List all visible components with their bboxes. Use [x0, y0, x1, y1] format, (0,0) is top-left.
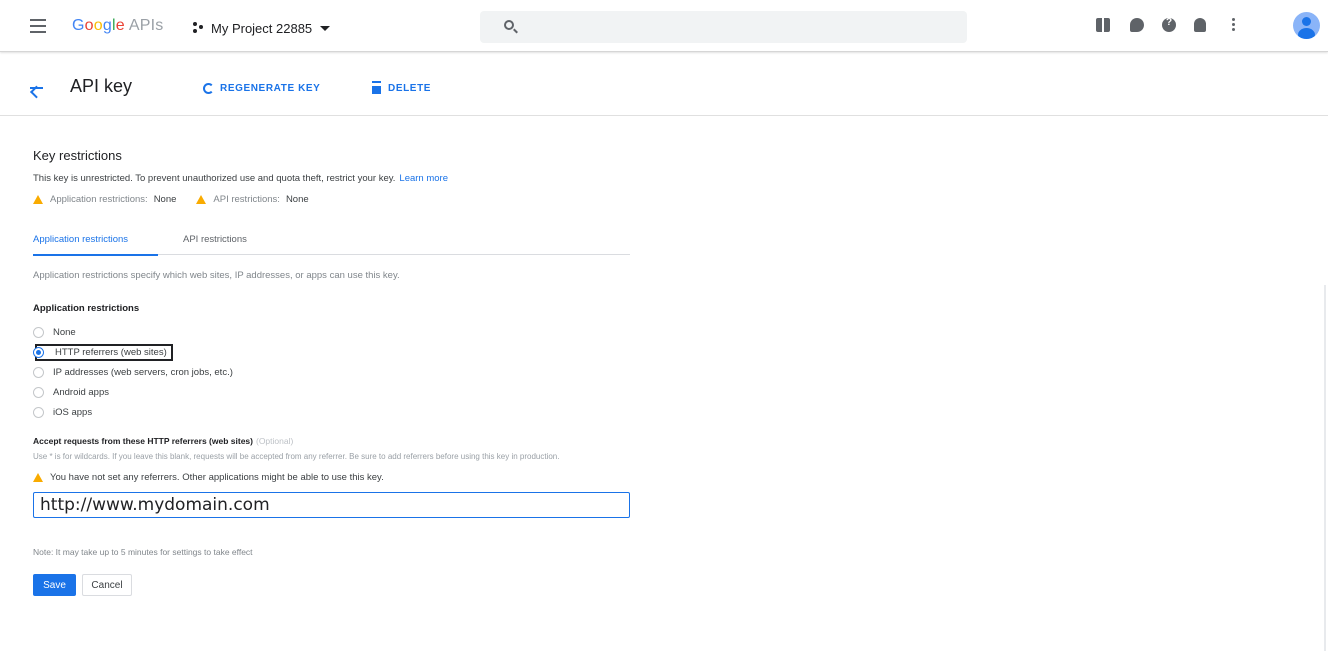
google-apis-logo[interactable]: Google APIs	[72, 17, 163, 35]
cancel-button[interactable]: Cancel	[82, 574, 132, 597]
restriction-tabs: Application restrictions API restriction…	[33, 230, 630, 256]
application-restrictions-heading: Application restrictions	[33, 303, 140, 314]
restriction-status: Application restrictions: None API restr…	[33, 194, 633, 205]
project-selector[interactable]: My Project 22885	[193, 18, 331, 38]
radio-option-ios-apps[interactable]: iOS apps	[33, 402, 633, 422]
radio-button-selected[interactable]	[33, 346, 44, 358]
unrestricted-description: This key is unrestricted. To prevent una…	[33, 173, 449, 184]
save-button[interactable]: Save	[33, 574, 76, 597]
hamburger-menu-icon[interactable]	[30, 19, 46, 33]
scrollbar-track[interactable]	[1324, 285, 1326, 651]
restriction-radio-group: None HTTP referrers (web sites) IP addre…	[33, 322, 633, 422]
project-dots-icon	[193, 22, 205, 34]
radio-button[interactable]	[33, 326, 44, 338]
referrers-heading: Accept requests from these HTTP referrer…	[33, 436, 294, 446]
help-icon[interactable]	[1162, 17, 1176, 32]
tab-application-restrictions[interactable]: Application restrictions	[33, 234, 159, 256]
back-arrow-icon[interactable]	[27, 78, 47, 98]
referrers-warning: You have not set any referrers. Other ap…	[33, 472, 633, 483]
regenerate-key-button[interactable]: REGENERATE KEY	[203, 79, 320, 97]
radio-option-none[interactable]: None	[33, 322, 633, 342]
chat-icon[interactable]	[1130, 18, 1144, 32]
radio-option-android-apps[interactable]: Android apps	[33, 382, 633, 402]
settings-note: Note: It may take up to 5 minutes for se…	[33, 547, 253, 558]
warning-icon	[196, 195, 207, 204]
refresh-icon	[203, 82, 214, 94]
key-restrictions-panel: Key restrictions This key is unrestricte…	[33, 148, 633, 597]
page-title: API key	[70, 76, 133, 96]
warning-icon	[33, 473, 43, 483]
referrer-input[interactable]	[33, 492, 630, 519]
more-vert-icon[interactable]	[1232, 18, 1236, 32]
bell-icon[interactable]	[1194, 18, 1206, 32]
gift-icon[interactable]	[1096, 18, 1110, 32]
search-icon	[504, 20, 514, 30]
learn-more-link[interactable]: Learn more	[399, 173, 448, 184]
radio-button[interactable]	[33, 386, 44, 398]
trash-icon	[372, 82, 381, 94]
action-bar: API key REGENERATE KEY DELETE	[0, 60, 1328, 116]
radio-button[interactable]	[33, 406, 44, 418]
tab-api-restrictions[interactable]: API restrictions	[183, 234, 247, 245]
referrers-help-text: Use * is for wildcards. If you leave thi…	[33, 452, 560, 461]
warning-icon	[33, 195, 43, 204]
form-buttons: Save Cancel	[33, 574, 633, 597]
search-input[interactable]	[480, 11, 967, 43]
section-title: Key restrictions	[33, 148, 122, 163]
application-description: Application restrictions specify which w…	[33, 270, 400, 281]
radio-option-ip-addresses[interactable]: IP addresses (web servers, cron jobs, et…	[33, 362, 633, 382]
radio-button[interactable]	[33, 366, 44, 378]
delete-button[interactable]: DELETE	[372, 79, 431, 97]
account-avatar[interactable]	[1293, 12, 1320, 39]
caret-down-icon	[320, 25, 331, 31]
project-name: My Project 22885	[211, 20, 313, 36]
radio-option-http-referrers[interactable]: HTTP referrers (web sites)	[33, 342, 633, 362]
top-app-bar: Google APIs My Project 22885	[0, 0, 1328, 52]
